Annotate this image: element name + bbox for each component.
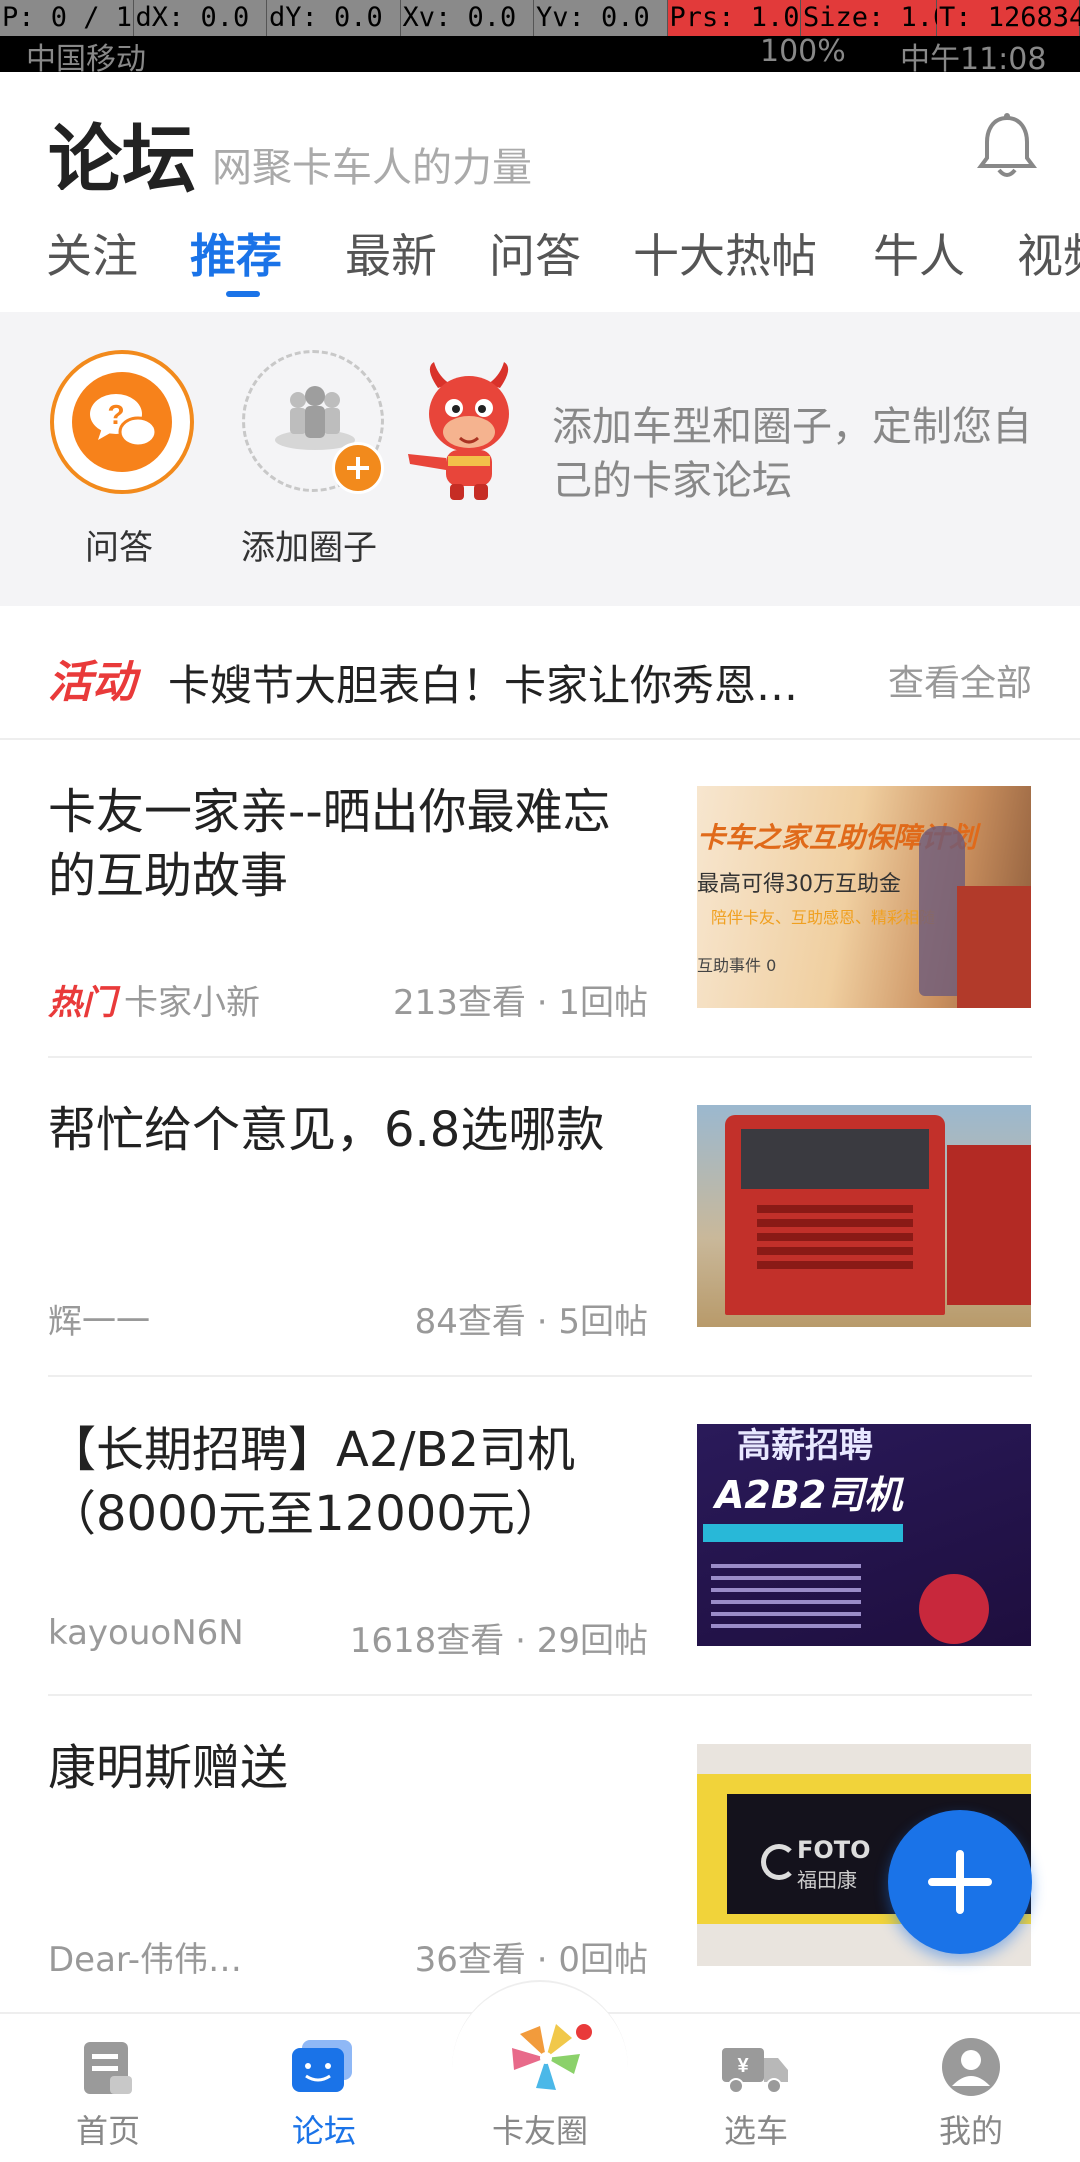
post-author[interactable]: kayouoN6N bbox=[48, 1613, 244, 1653]
post-author[interactable]: Dear-伟伟… bbox=[48, 1932, 242, 1981]
nav-home-label[interactable]: 首页 bbox=[28, 2106, 188, 2152]
nav-select-car-label[interactable]: 选车 bbox=[676, 2106, 836, 2152]
tab-recommend[interactable]: 推荐 bbox=[190, 220, 282, 286]
thumb-counter: 互助事件 0 bbox=[697, 956, 777, 975]
view-all-link[interactable]: 查看全部 bbox=[888, 654, 1032, 706]
battery-level: 100% bbox=[760, 34, 846, 69]
debug-dx: dX: 0.0 bbox=[134, 0, 267, 36]
debug-dy: dY: 0.0 bbox=[267, 0, 401, 36]
bull-mascot-icon bbox=[404, 358, 534, 503]
truck-icon[interactable]: ¥ bbox=[720, 2040, 790, 2096]
divider bbox=[48, 1694, 1032, 1696]
tab-top-ten[interactable]: 十大热帖 bbox=[633, 220, 817, 286]
pinwheel-icon[interactable] bbox=[500, 2014, 596, 2098]
qa-bubble-icon: ? bbox=[72, 372, 172, 472]
divider bbox=[48, 1375, 1032, 1377]
tab-latest[interactable]: 最新 bbox=[345, 220, 437, 286]
clock: 中午11:08 bbox=[900, 42, 1047, 77]
add-group-label: 添加圈子 bbox=[241, 528, 377, 568]
debug-time: T: 126834 bbox=[937, 0, 1080, 36]
nav-truckers-circle-label[interactable]: 卡友圈 bbox=[460, 2106, 620, 2152]
post-stats: 84查看 · 5回帖 bbox=[414, 1302, 648, 1342]
carrier-label: 中国移动 bbox=[26, 42, 146, 77]
forum-chat-icon[interactable] bbox=[290, 2038, 356, 2098]
bell-icon[interactable] bbox=[975, 110, 1039, 182]
post-thumbnail-recruit-poster[interactable]: 高薪招聘 A2B2司机 bbox=[697, 1424, 1031, 1646]
post-stats: 36查看 · 0回帖 bbox=[414, 1940, 648, 1980]
thumb-subline: A2B2司机 bbox=[715, 1473, 903, 1517]
debug-pointer: P: 0 / 1 bbox=[0, 0, 134, 36]
tab-qa[interactable]: 问答 bbox=[489, 220, 581, 286]
tab-active-indicator bbox=[226, 291, 260, 297]
thumb-subline: 福田康 bbox=[797, 1868, 857, 1892]
svg-text:?: ? bbox=[107, 399, 124, 430]
nav-forum-label[interactable]: 论坛 bbox=[244, 2106, 404, 2152]
debug-xv: Xv: 0.0 bbox=[401, 0, 534, 36]
post-title[interactable]: 康明斯赠送 bbox=[48, 1736, 648, 1800]
page-title: 论坛 bbox=[48, 117, 196, 203]
post-stats: 1618查看 · 29回帖 bbox=[349, 1621, 648, 1661]
hot-badge: 热门 bbox=[48, 983, 116, 1023]
nav-mine-label[interactable]: 我的 bbox=[891, 2106, 1051, 2152]
status-bar: 中国移动 100% 中午11:08 bbox=[0, 34, 1080, 77]
divider bbox=[48, 1056, 1032, 1058]
post-thumbnail[interactable]: 卡车之家互助保障计划 最高可得30万互助金 陪伴卡友、互助感恩、精彩相随 互助事… bbox=[697, 786, 1031, 1008]
thumb-headline: FOTO bbox=[797, 1836, 871, 1864]
debug-pressure: Prs: 1.0 bbox=[667, 0, 801, 36]
thumb-headline: 高薪招聘 bbox=[737, 1426, 873, 1466]
post-author-name: 卡家小新 bbox=[124, 983, 260, 1023]
post-author[interactable]: 辉一一 bbox=[48, 1294, 150, 1343]
debug-overlay-bar: P: 0 / 1 dX: 0.0 dY: 0.0 Xv: 0.0 Yv: 0.0… bbox=[0, 0, 1080, 36]
qa-shortcut-label: 问答 bbox=[85, 528, 153, 568]
tab-experts[interactable]: 牛人 bbox=[873, 220, 965, 286]
post-title[interactable]: 【长期招聘】A2/B2司机（8000元至12000元） bbox=[48, 1418, 648, 1546]
home-doc-icon[interactable] bbox=[80, 2038, 136, 2098]
plus-badge-icon bbox=[332, 442, 384, 494]
activity-headline[interactable]: 卡嫂节大胆表白！卡家让你秀恩爱… bbox=[168, 652, 838, 713]
activity-tag: 活动 bbox=[48, 657, 136, 708]
debug-size: Size: 1.0 bbox=[801, 0, 949, 36]
post-title[interactable]: 帮忙给个意见，6.8选哪款 bbox=[48, 1098, 648, 1162]
thumb-tagline: 陪伴卡友、互助感恩、精彩相随 bbox=[711, 908, 936, 927]
thumb-subline: 最高可得30万互助金 bbox=[697, 872, 901, 897]
post-stats: 213查看 · 1回帖 bbox=[393, 983, 648, 1023]
post-author[interactable]: 热门 卡家小新 bbox=[48, 975, 260, 1024]
post-thumbnail-truck-photo[interactable] bbox=[697, 1105, 1031, 1327]
profile-icon[interactable] bbox=[940, 2036, 1002, 2098]
debug-yv: Yv: 0.0 bbox=[534, 0, 668, 36]
customize-promo-text[interactable]: 添加车型和圈子，定制您自己的卡家论坛 bbox=[552, 400, 1032, 508]
post-title[interactable]: 卡友一家亲--晒出你最难忘的互助故事 bbox=[48, 780, 648, 908]
svg-text:¥: ¥ bbox=[737, 2055, 749, 2077]
tab-video[interactable]: 视频 bbox=[1017, 220, 1080, 286]
new-post-fab-button[interactable] bbox=[888, 1810, 1032, 1954]
page-subtitle: 网聚卡车人的力量 bbox=[212, 145, 532, 191]
tab-follow[interactable]: 关注 bbox=[46, 220, 138, 286]
plus-icon bbox=[928, 1850, 992, 1914]
